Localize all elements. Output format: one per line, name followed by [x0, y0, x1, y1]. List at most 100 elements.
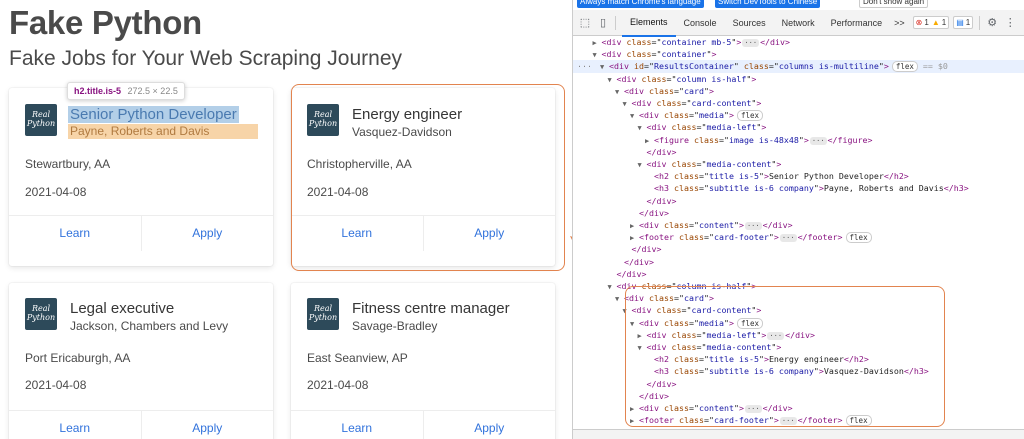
inspect-element-icon[interactable]: ⬚ — [579, 17, 591, 29]
dom-node-row[interactable]: </div> — [573, 378, 1024, 390]
dom-node-markup: <div class="column is-half"> — [616, 281, 757, 291]
language-banner: Always match Chrome's language Switch De… — [573, 0, 1024, 10]
dom-node-markup: <div class="card-content"> — [631, 98, 762, 108]
apply-link[interactable]: Apply — [422, 216, 556, 251]
gear-icon[interactable]: ⚙ — [986, 17, 998, 29]
dom-node-markup: <div class="content"> ··· </div> — [639, 403, 793, 413]
logo-text: Real Python — [26, 304, 56, 322]
dom-node-markup: <figure class="image is-48x48"> ··· </figu… — [654, 134, 873, 145]
tooltip-selector: h2.title.is-5 — [74, 86, 122, 96]
dom-node-markup: <div class="media-left"> ··· </div> — [646, 329, 816, 340]
job-title: Senior Python Developer — [68, 106, 239, 123]
dom-node-row[interactable]: ▶ <figure class="image is-48x48"> ··· </fig… — [573, 134, 1024, 146]
tab-sources[interactable]: Sources — [725, 10, 774, 36]
dom-node-markup: </div> — [646, 195, 677, 206]
dont-show-again-button[interactable]: Don't show again — [859, 0, 929, 8]
dom-node-row[interactable]: ▼ <div class="card-content"> — [573, 304, 1024, 316]
dom-node-row[interactable]: ▼ <div class="media-left"> — [573, 121, 1024, 133]
dom-node-row[interactable]: ▼ <div class="container"> — [573, 48, 1024, 60]
dom-node-markup: <div class="container"> — [601, 49, 717, 60]
dom-node-markup: </div> — [646, 378, 677, 389]
job-location: Christopherville, AA — [307, 157, 412, 171]
job-title: Legal executive — [70, 300, 175, 317]
learn-link[interactable]: Learn — [9, 216, 141, 251]
dom-node-markup: </div> — [616, 268, 647, 279]
dom-node-row[interactable]: </div> — [573, 207, 1024, 219]
dom-node-markup: </div> — [624, 256, 654, 267]
dom-node-row[interactable]: ▼ <div class="card"> — [573, 292, 1024, 304]
job-date: 2021-04-08 — [307, 185, 369, 199]
toolbar-divider — [615, 15, 616, 30]
job-date: 2021-04-08 — [25, 185, 87, 199]
dom-node-row[interactable]: <h2 class="title is-5">Senior Python Dev… — [573, 170, 1024, 182]
card-footer: Learn Apply — [291, 410, 555, 439]
page-title: Fake Python — [9, 4, 202, 41]
dom-node-row[interactable]: </div> — [573, 243, 1024, 255]
job-location: Stewartbury, AA — [25, 157, 111, 171]
messages-counter[interactable]: ▤ 1 — [953, 16, 974, 29]
job-title: Fitness centre manager — [352, 300, 510, 317]
apply-link[interactable]: Apply — [422, 411, 556, 439]
dom-node-row[interactable]: ▶ <footer class="card-footer"> ··· </footer… — [573, 414, 1024, 427]
dom-node-markup: <div class="card"> — [624, 293, 714, 304]
apply-link[interactable]: Apply — [140, 216, 274, 251]
dom-node-row[interactable]: ▼ <div class="column is-half"> — [573, 280, 1024, 292]
match-language-button[interactable]: Always match Chrome's language — [577, 0, 704, 8]
dom-node-markup: <div class="media-content"> — [646, 342, 782, 352]
device-toggle-icon[interactable]: ▯ — [597, 17, 609, 29]
dom-node-markup: </div> — [639, 207, 669, 218]
dom-node-row[interactable]: </div> — [573, 256, 1024, 268]
dom-node-row[interactable]: ▼ <div class="media"> flex — [573, 109, 1024, 122]
dom-node-row[interactable]: <h3 class="subtitle is-6 company">Payne,… — [573, 182, 1024, 194]
dom-node-row[interactable]: </div> — [573, 390, 1024, 402]
kebab-menu-icon[interactable]: ⋮ — [1004, 17, 1016, 29]
dom-node-row[interactable]: ··· ▼ <div id="ResultsContainer" class="co… — [573, 60, 1024, 73]
issues-counter[interactable]: ⊗ 1 ▲ 1 — [912, 16, 950, 29]
company-logo: Real Python — [25, 104, 57, 136]
selected-row-dots: ··· — [577, 61, 592, 72]
job-title: Energy engineer — [352, 106, 463, 123]
dom-node-markup: </div> — [646, 146, 677, 157]
dom-node-row[interactable]: ▼ <div class="card"> — [573, 85, 1024, 97]
dom-node-row[interactable]: ▶ <div class="content"> ··· </div> — [573, 219, 1024, 231]
dom-node-row[interactable]: </div> — [573, 146, 1024, 158]
learn-link[interactable]: Learn — [9, 411, 141, 439]
dom-node-row[interactable]: ▼ <div class="card-content"> — [573, 97, 1024, 109]
apply-link[interactable]: Apply — [140, 411, 274, 439]
dom-node-row[interactable]: ▼ <div class="column is-half"> — [573, 73, 1024, 85]
dom-node-row[interactable]: ▼ <div class="media"> flex — [573, 317, 1024, 329]
dom-node-row[interactable]: ▶ <div class="content"> ··· </div> — [573, 402, 1024, 414]
page-subtitle: Fake Jobs for Your Web Scraping Journey — [9, 47, 403, 70]
warning-count: 1 — [941, 18, 947, 27]
dom-node-row[interactable]: ▶ <div class="container mb-5"> ··· </div> — [573, 36, 1024, 48]
dom-node-row[interactable]: </div> — [573, 268, 1024, 280]
dom-node-markup: </div> — [631, 244, 662, 255]
warning-icon: ▲ — [931, 18, 940, 27]
job-location: Port Ericaburgh, AA — [25, 351, 131, 365]
dom-node-row[interactable]: <h3 class="subtitle is-6 company">Vasque… — [573, 365, 1024, 377]
dom-node-markup: <h2 class="title is-5">Senior Python Dev… — [654, 171, 909, 182]
dom-node-row[interactable]: ▼ <div class="media-content"> — [573, 158, 1024, 170]
dom-node-markup: <div class="media-content"> — [646, 159, 782, 169]
devtools-panel: Always match Chrome's language Switch De… — [572, 0, 1024, 439]
switch-language-button[interactable]: Switch DevTools to Chinese — [715, 0, 821, 8]
tab-elements[interactable]: Elements — [622, 9, 676, 37]
dom-node-row[interactable]: ▶ <div class="media-left"> ··· </div> — [573, 329, 1024, 341]
tab-performance[interactable]: Performance — [823, 10, 891, 36]
tab-network[interactable]: Network — [774, 10, 823, 36]
dom-node-row[interactable]: ▶ <footer class="card-footer"> ··· </footer… — [573, 231, 1024, 244]
dom-node-markup: <div class="card"> — [624, 85, 714, 96]
more-tabs-button[interactable]: >> — [890, 10, 909, 36]
expand-triangle-icon[interactable]: ▶ — [630, 415, 639, 427]
learn-link[interactable]: Learn — [291, 411, 423, 439]
breadcrumb-bar — [573, 429, 1024, 439]
learn-link[interactable]: Learn — [291, 216, 423, 251]
dom-node-markup: <div class="column is-half"> — [616, 73, 757, 84]
tab-console[interactable]: Console — [676, 10, 725, 36]
dom-node-row[interactable]: <h2 class="title is-5">Energy engineer</… — [573, 353, 1024, 365]
dom-node-row[interactable]: </div> — [573, 195, 1024, 207]
logo-text: Real Python — [308, 304, 338, 322]
error-icon: ⊗ — [915, 18, 923, 27]
dom-node-markup: <div class="media"> flex — [639, 110, 764, 122]
dom-node-row[interactable]: ▼ <div class="media-content"> — [573, 341, 1024, 353]
